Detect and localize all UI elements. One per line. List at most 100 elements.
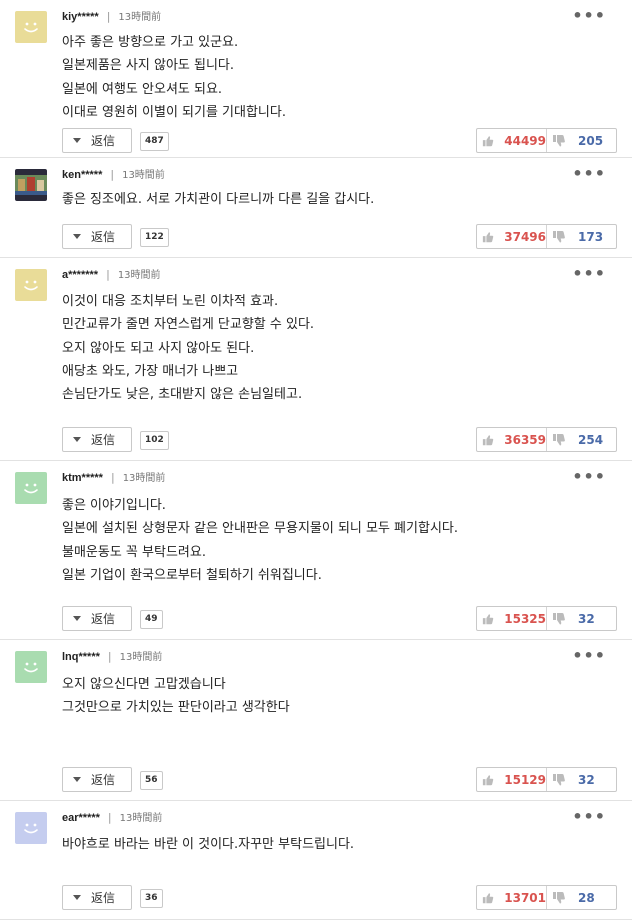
more-options-icon[interactable]: ••• [572,6,606,25]
upvote-count: 37496 [504,229,546,244]
chevron-down-icon [73,138,81,143]
reply-count-badge: 102 [140,431,169,450]
comment-text-line: 아주 좋은 방향으로 가고 있군요. [62,35,239,50]
comment-text-line: 애당초 와도, 가장 매너가 나쁘고 [62,363,239,379]
downvote-button[interactable]: 28 [547,886,616,909]
comment-item: lnq***** | 13時間前 ••• 오지 않으신다면 고맙겠습니다그것만으로 가치… [0,640,632,801]
author-name[interactable]: kiy***** [62,11,99,23]
avatar[interactable] [15,11,47,43]
author-name[interactable]: ken***** [62,169,102,181]
reply-label: 返信 [91,891,116,905]
comment-text-line: 좋은 이야기입니다. [62,498,166,513]
upvote-count: 15129 [504,772,546,787]
avatar[interactable] [15,812,47,844]
downvote-button[interactable]: 32 [547,607,616,630]
reply-count-badge: 36 [140,889,163,908]
comment-body: 이것이 대응 조치부터 노린 이차적 효과. 민간교류가 줄면 자연스럽게 단교향… [62,290,314,406]
comment-body: 오지 않으신다면 고맙겠습니다그것만으로 가치있는 판단이라고 생각한다 [62,673,290,720]
meta-separator: | [106,10,111,23]
comment-text-line: 오지 않아도 되고 사지 않아도 된다. [62,340,255,356]
more-options-icon[interactable]: ••• [572,264,606,283]
reply-label: 返信 [91,612,116,626]
downvote-count: 205 [578,133,604,148]
comment-meta: lnq***** | 13時間前 [62,650,162,665]
reply-button[interactable]: 返信 [62,767,132,792]
comment-body: 아주 좋은 방향으로 가고 있군요. 일본제품은 사지 않아도 됩니다. 일본에 여… [62,31,286,124]
upvote-button[interactable]: 15325 [477,607,547,630]
more-options-icon[interactable]: ••• [572,467,606,486]
downvote-button[interactable]: 254 [547,428,616,451]
comment-body: 좋은 이야기입니다. 일본에 설치된 상형문자 같은 안내판은 무용지물이 되니 … [62,494,458,587]
avatar[interactable] [15,472,47,504]
timestamp: 13時間前 [122,473,166,484]
upvote-button[interactable]: 13701 [477,886,547,909]
downvote-button[interactable]: 205 [547,129,616,152]
upvote-count: 13701 [504,890,546,905]
comment-item: kiy***** | 13時間前 ••• 아주 좋은 방향으로 가고 있군요. 일본제품은… [0,0,632,158]
upvote-count: 44499 [504,133,546,148]
author-name[interactable]: ktm***** [62,472,103,484]
author-name[interactable]: ear***** [62,812,100,824]
reply-label: 返信 [91,433,116,447]
reply-button[interactable]: 返信 [62,224,132,249]
meta-separator: | [110,168,115,181]
more-options-icon[interactable]: ••• [572,164,606,183]
chevron-down-icon [73,437,81,442]
comment-text-line: 좋은 징조에요. 서로 가치관이 다르니까 다른 길을 갑시다. [62,192,375,207]
avatar[interactable] [15,651,47,683]
timestamp: 13時間前 [119,813,163,824]
comment-text-line: 민간교류가 줄면 자연스럽게 단교향할 수 있다. [62,317,315,333]
upvote-count: 15325 [504,611,546,626]
comment-meta: ear***** | 13時間前 [62,811,162,826]
chevron-down-icon [73,777,81,782]
upvote-button[interactable]: 15129 [477,768,547,791]
comment-text-line: 오지 않으신다면 고맙겠습니다 [62,677,226,692]
chevron-down-icon [73,234,81,239]
downvote-button[interactable]: 32 [547,768,616,791]
timestamp: 13時間前 [119,652,163,663]
more-options-icon[interactable]: ••• [572,646,606,665]
comment-text-line: 손님단가도 낮은, 초대받지 않은 손님일테고. [62,387,303,403]
thumb-up-icon [482,434,494,445]
vote-box: 36359 254 [476,427,617,452]
comment-body: 좋은 징조에요. 서로 가치관이 다르니까 다른 길을 갑시다. [62,188,374,211]
comment-meta: ken***** | 13時間前 [62,168,165,183]
reply-label: 返信 [91,773,116,787]
avatar[interactable] [15,169,47,201]
thumb-down-icon [553,773,565,785]
comment-text-line: 그것만으로 가치있는 판단이라고 생각한다 [62,700,290,716]
comment-item: ear***** | 13時間前 ••• 바야흐로 바라는 바란 이 것이다.자꾸만 부… [0,801,632,920]
upvote-button[interactable]: 37496 [477,225,547,248]
reply-button[interactable]: 返信 [62,427,132,452]
meta-separator: | [107,811,112,824]
thumb-up-icon [482,892,494,903]
meta-separator: | [107,650,112,663]
downvote-count: 28 [578,890,595,905]
chevron-down-icon [73,616,81,621]
downvote-count: 173 [578,229,604,244]
reply-button[interactable]: 返信 [62,885,132,910]
more-options-icon[interactable]: ••• [572,807,606,826]
thumb-up-icon [482,613,494,624]
reply-button[interactable]: 返信 [62,606,132,631]
vote-box: 37496 173 [476,224,617,249]
author-name[interactable]: lnq***** [62,651,100,663]
reply-button[interactable]: 返信 [62,128,132,153]
reply-count-badge: 122 [140,228,169,247]
thumb-down-icon [553,433,565,445]
comment-item: a******* | 13時間前 ••• 이것이 대응 조치부터 노린 이차적 효과. 민… [0,258,632,461]
vote-box: 44499 205 [476,128,617,153]
comment-text-line: 바야흐로 바라는 바란 이 것이다.자꾸만 부탁드립니다. [62,837,355,852]
comment-text-line: 일본에 설치된 상형문자 같은 안내판은 무용지물이 되니 모두 폐기합시다. [62,521,458,537]
thumb-down-icon [553,612,565,624]
author-name[interactable]: a******* [62,269,98,281]
upvote-button[interactable]: 36359 [477,428,547,451]
thumb-down-icon [553,230,565,242]
comment-text-line: 일본제품은 사지 않아도 됩니다. [62,58,235,74]
downvote-button[interactable]: 173 [547,225,616,248]
timestamp: 13時間前 [118,12,162,23]
comment-meta: a******* | 13時間前 [62,268,161,283]
avatar[interactable] [15,269,47,301]
upvote-button[interactable]: 44499 [477,129,547,152]
thumb-down-icon [553,134,565,146]
